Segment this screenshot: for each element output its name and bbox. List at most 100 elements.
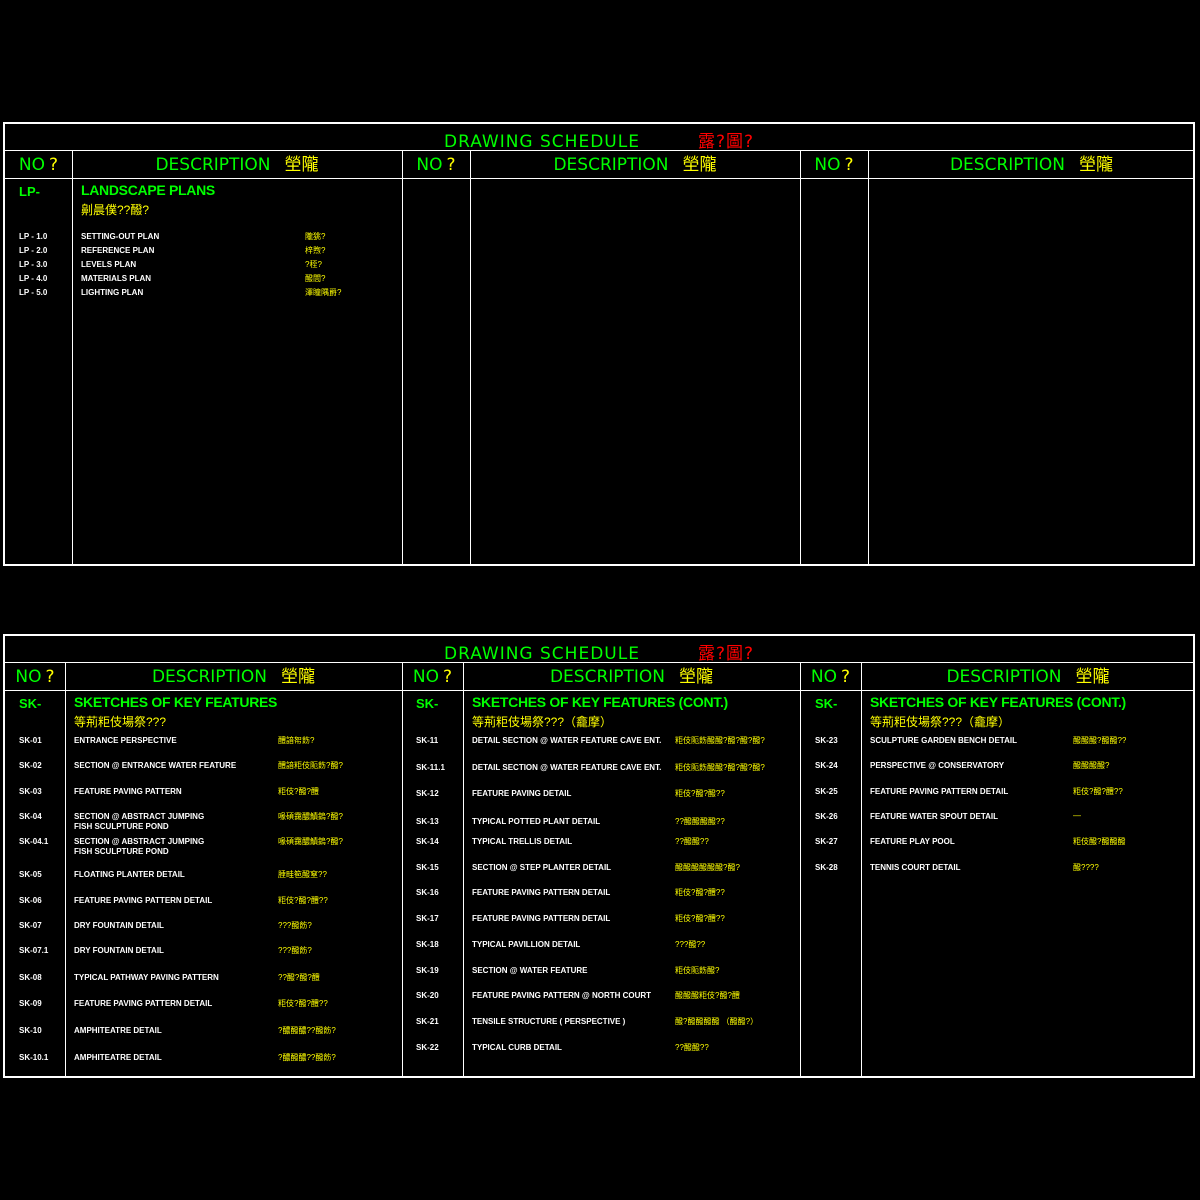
divider bbox=[861, 662, 862, 1076]
divider bbox=[402, 662, 403, 1076]
drawing-description-cn: 醱醱醱醱? bbox=[1073, 761, 1110, 770]
drawing-description: SECTION @ ABSTRACT JUMPING FISH SCULPTURE… bbox=[74, 837, 204, 857]
description-line: SCULPTURE GARDEN BENCH DETAIL bbox=[870, 736, 1017, 745]
section-code: SK- bbox=[416, 696, 439, 711]
drawing-description: DETAIL SECTION @ WATER FEATURE CAVE ENT. bbox=[472, 736, 661, 746]
header-description: DESCRIPTION 塋隴 bbox=[151, 667, 316, 687]
description-line: SETTING-OUT PLAN bbox=[81, 232, 160, 241]
section-title: LANDSCAPE PLANS bbox=[81, 182, 215, 198]
drawing-description: TYPICAL CURB DETAIL bbox=[472, 1043, 562, 1053]
drawing-description-cn: 醴諳粔伎阨飭?醱? bbox=[278, 761, 343, 770]
divider bbox=[5, 178, 1193, 179]
drawing-description: SECTION @ ABSTRACT JUMPING FISH SCULPTURE… bbox=[74, 812, 204, 832]
drawing-description: FEATURE PAVING PATTERN DETAIL bbox=[472, 914, 610, 924]
description-line: FISH SCULPTURE POND bbox=[74, 847, 169, 856]
drawing-description-cn: 醱?醱醱醱醱 （醱醱?） bbox=[675, 1017, 759, 1026]
drawing-description-cn: 喙碩靄醲鰿鎢?醱? bbox=[278, 812, 343, 821]
drawing-description-cn: ??醱醱?? bbox=[675, 837, 709, 846]
drawing-number: SK-03 bbox=[19, 787, 42, 796]
drawing-description-cn: ???醱?? bbox=[675, 940, 706, 949]
drawing-description-cn: 粔伎?醱?醴?? bbox=[1073, 787, 1123, 796]
description-line: TYPICAL POTTED PLANT DETAIL bbox=[472, 817, 601, 826]
description-line: TYPICAL PAVILLION DETAIL bbox=[472, 940, 581, 949]
drawing-description: REFERENCE PLAN bbox=[81, 246, 154, 256]
drawing-description-cn: 喙碩靄醲鰿鎢?醱? bbox=[278, 837, 343, 846]
drawing-number: SK-13 bbox=[416, 817, 439, 826]
drawing-description: TYPICAL TRELLIS DETAIL bbox=[472, 837, 572, 847]
drawing-description: FEATURE PAVING PATTERN @ NORTH COURT bbox=[472, 991, 651, 1001]
drawing-description: SECTION @ ENTRANCE WATER FEATURE bbox=[74, 761, 236, 771]
drawing-number: SK-22 bbox=[416, 1043, 439, 1052]
drawing-description-cn: ?醲醱醲??醱飭? bbox=[278, 1053, 336, 1062]
drawing-number: SK-14 bbox=[416, 837, 439, 846]
section-code: LP- bbox=[19, 184, 40, 199]
description-line: ENTRANCE PERSPECTIVE bbox=[74, 736, 177, 745]
drawing-description: AMPHITEATRE DETAIL bbox=[74, 1026, 162, 1036]
description-line: TYPICAL CURB DETAIL bbox=[472, 1043, 562, 1052]
drawing-schedule-bottom: DRAWING SCHEDULE 露?圖? NO? DESCRIPTION 塋隴 N… bbox=[3, 634, 1195, 1078]
description-line: DRY FOUNTAIN DETAIL bbox=[74, 921, 164, 930]
drawing-number: LP - 4.0 bbox=[19, 274, 48, 283]
drawing-description-cn: 醱???? bbox=[1073, 863, 1099, 872]
section-subtitle: 劓晨僕??醱? bbox=[81, 203, 150, 217]
drawing-description: FLOATING PLANTER DETAIL bbox=[74, 870, 185, 880]
drawing-number: SK-04 bbox=[19, 812, 42, 821]
drawing-description-cn: 隴狣? bbox=[305, 232, 326, 241]
drawing-description: DRY FOUNTAIN DETAIL bbox=[74, 921, 164, 931]
description-line: FISH SCULPTURE POND bbox=[74, 822, 169, 831]
divider bbox=[5, 690, 1193, 691]
description-line: SECTION @ ENTRANCE WATER FEATURE bbox=[74, 761, 237, 770]
description-line: MATERIALS PLAN bbox=[81, 274, 152, 283]
drawing-description-cn: 粔伎?醱?醴?? bbox=[278, 896, 328, 905]
description-line: FEATURE PAVING PATTERN DETAIL bbox=[472, 914, 611, 923]
description-line: SECTION @ STEP PLANTER DETAIL bbox=[472, 863, 612, 872]
drawing-number: SK-24 bbox=[815, 761, 838, 770]
section-code: SK- bbox=[815, 696, 838, 711]
drawing-description: LIGHTING PLAN bbox=[81, 288, 143, 298]
drawing-description: TENNIS COURT DETAIL bbox=[870, 863, 961, 873]
section-title: SKETCHES OF KEY FEATURES bbox=[74, 694, 278, 710]
divider bbox=[5, 150, 1193, 151]
drawing-number: SK-18 bbox=[416, 940, 439, 949]
section-subtitle: 等荊粔伎場祭??? bbox=[74, 715, 167, 729]
header-description: DESCRIPTION 塋隴 bbox=[549, 667, 714, 687]
drawing-number: SK-10.1 bbox=[19, 1053, 49, 1062]
description-line: FEATURE PAVING PATTERN DETAIL bbox=[74, 896, 213, 905]
drawing-number: SK-02 bbox=[19, 761, 42, 770]
drawing-description-cn: 粔伎阨飭醱醱?醱?醱?醱? bbox=[675, 736, 765, 745]
drawing-description-cn: 腄畦笣醱窒?? bbox=[278, 870, 327, 879]
description-line: FEATURE PAVING PATTERN DETAIL bbox=[870, 787, 1009, 796]
description-line: SECTION @ WATER FEATURE bbox=[472, 966, 588, 975]
drawing-description-cn: 粔伎醱?醱醱醱 bbox=[1073, 837, 1126, 846]
drawing-description: SETTING-OUT PLAN bbox=[81, 232, 159, 242]
drawing-description-cn: 粔伎阨飭醱? bbox=[675, 966, 720, 975]
description-line: FLOATING PLANTER DETAIL bbox=[74, 870, 185, 879]
divider bbox=[868, 150, 869, 564]
drawing-number: SK-17 bbox=[416, 914, 439, 923]
drawing-description: TYPICAL POTTED PLANT DETAIL bbox=[472, 817, 600, 827]
description-line: DETAIL SECTION @ WATER FEATURE CAVE ENT. bbox=[472, 763, 662, 772]
drawing-number: SK-11.1 bbox=[416, 763, 445, 772]
drawing-number: LP - 3.0 bbox=[19, 260, 48, 269]
drawing-description-cn: 醱醱醱醱醱醱?醱? bbox=[675, 863, 740, 872]
section-title: SKETCHES OF KEY FEATURES (CONT.) bbox=[472, 694, 728, 710]
description-line: REFERENCE PLAN bbox=[81, 246, 155, 255]
drawing-number: SK-01 bbox=[19, 736, 42, 745]
description-line: TENNIS COURT DETAIL bbox=[870, 863, 961, 872]
drawing-description: SECTION @ WATER FEATURE bbox=[472, 966, 588, 976]
section-subtitle: 等荊粔伎場祭???（龕摩） bbox=[472, 715, 613, 729]
description-line: TYPICAL PATHWAY PAVING PATTERN bbox=[74, 973, 219, 982]
description-line: AMPHITEATRE DETAIL bbox=[74, 1053, 162, 1062]
description-line: DRY FOUNTAIN DETAIL bbox=[74, 946, 164, 955]
description-line: FEATURE PAVING PATTERN bbox=[74, 787, 182, 796]
header-no: NO? bbox=[18, 155, 59, 175]
header-description: DESCRIPTION 塋隴 bbox=[949, 155, 1114, 175]
description-line: LIGHTING PLAN bbox=[81, 288, 144, 297]
drawing-description-cn: ?秷? bbox=[305, 260, 322, 269]
header-no: NO? bbox=[416, 155, 456, 175]
drawing-number: SK-05 bbox=[19, 870, 42, 879]
drawing-number: LP - 2.0 bbox=[19, 246, 48, 255]
section-code: SK- bbox=[19, 696, 42, 711]
drawing-description: LEVELS PLAN bbox=[81, 260, 136, 270]
drawing-schedule-top: DRAWING SCHEDULE 露?圖? NO? DESCRIPTION 塋隴 N… bbox=[3, 122, 1195, 566]
